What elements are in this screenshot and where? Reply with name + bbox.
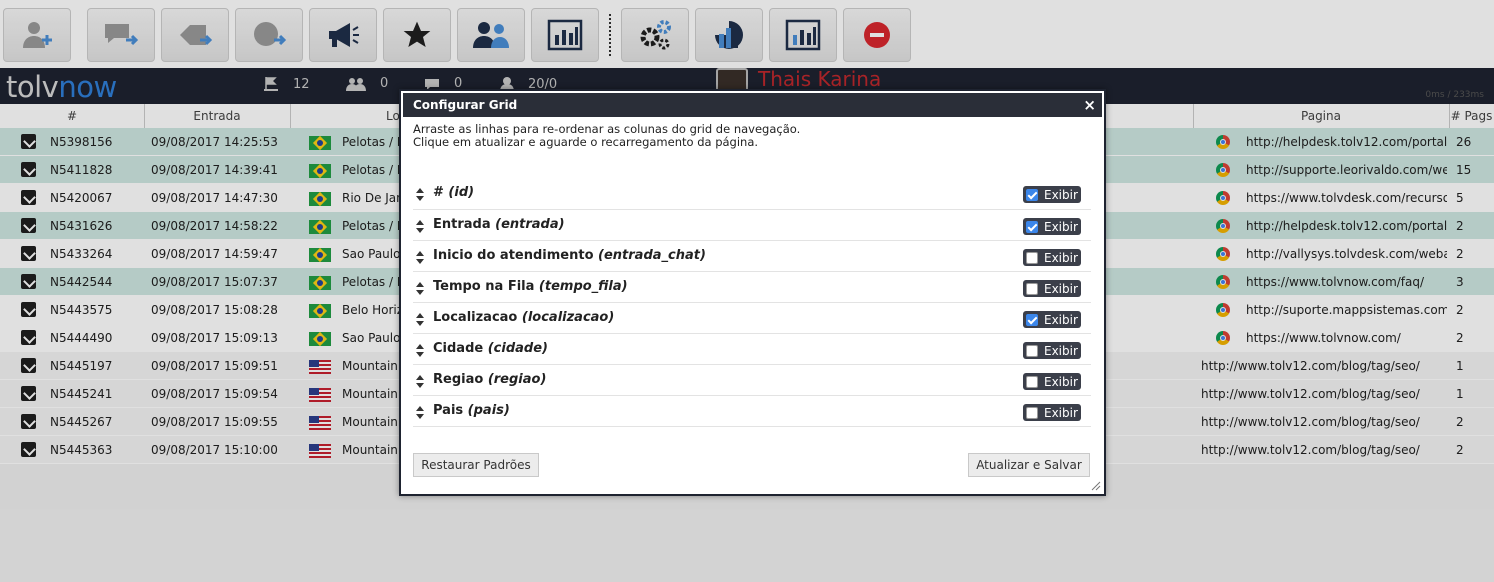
checkbox[interactable] (1026, 344, 1038, 357)
column-name: Pais (433, 403, 468, 418)
restore-defaults-button[interactable]: Restaurar Padrões (413, 453, 539, 477)
dialog-title-bar[interactable]: Configurar Grid × (403, 93, 1102, 117)
column-config-label: # (id) (433, 185, 474, 200)
column-key: (localizacao) (521, 310, 615, 325)
column-config-label: Cidade (cidade) (433, 341, 548, 356)
dialog-instructions: Arraste as linhas para re-ordenar as col… (413, 123, 800, 149)
sort-handle-icon[interactable] (416, 220, 424, 233)
exibir-label: Exibir (1044, 187, 1078, 202)
column-name: Inicio do atendimento (433, 248, 599, 263)
resize-grip-icon[interactable] (1091, 481, 1101, 491)
exibir-toggle[interactable]: Exibir (1023, 249, 1081, 266)
column-config-list: # (id) Exibir Entrada (entrada) Exibir Inici… (413, 178, 1091, 427)
dialog-title: Configurar Grid (413, 98, 518, 112)
column-name: # (433, 185, 449, 200)
column-config-row[interactable]: Pais (pais) Exibir (413, 396, 1091, 427)
exibir-toggle[interactable]: Exibir (1023, 218, 1081, 235)
exibir-label: Exibir (1044, 281, 1078, 296)
column-config-row[interactable]: Entrada (entrada) Exibir (413, 210, 1091, 241)
checkbox[interactable] (1026, 220, 1038, 233)
sort-handle-icon[interactable] (416, 313, 424, 326)
sort-handle-icon[interactable] (416, 344, 424, 357)
column-key: (tempo_fila) (538, 279, 628, 294)
sort-handle-icon[interactable] (416, 375, 424, 388)
column-config-label: Pais (pais) (433, 403, 510, 418)
close-icon[interactable]: × (1083, 93, 1096, 117)
checkbox[interactable] (1026, 375, 1038, 388)
configure-grid-dialog: Configurar Grid × Arraste as linhas para… (399, 89, 1106, 496)
column-config-row[interactable]: Cidade (cidade) Exibir (413, 334, 1091, 365)
column-key: (cidade) (487, 341, 548, 356)
column-config-label: Localizacao (localizacao) (433, 310, 614, 325)
column-name: Entrada (433, 217, 496, 232)
column-name: Cidade (433, 341, 488, 356)
column-config-row[interactable]: Localizacao (localizacao) Exibir (413, 303, 1091, 334)
column-key: (regiao) (487, 372, 547, 387)
exibir-label: Exibir (1044, 405, 1078, 420)
sort-handle-icon[interactable] (416, 282, 424, 295)
column-name: Localizacao (433, 310, 522, 325)
column-config-row[interactable]: Regiao (regiao) Exibir (413, 365, 1091, 396)
column-config-label: Entrada (entrada) (433, 217, 565, 232)
sort-handle-icon[interactable] (416, 251, 424, 264)
checkbox[interactable] (1026, 282, 1038, 295)
column-key: (entrada_chat) (598, 248, 706, 263)
sort-handle-icon[interactable] (416, 406, 424, 419)
column-key: (entrada) (495, 217, 565, 232)
column-name: Tempo na Fila (433, 279, 539, 294)
checkbox[interactable] (1026, 188, 1038, 201)
column-config-label: Inicio do atendimento (entrada_chat) (433, 248, 706, 263)
exibir-label: Exibir (1044, 219, 1078, 234)
update-save-button[interactable]: Atualizar e Salvar (968, 453, 1090, 477)
exibir-toggle[interactable]: Exibir (1023, 280, 1081, 297)
column-key: (id) (448, 185, 475, 200)
column-config-row[interactable]: Tempo na Fila (tempo_fila) Exibir (413, 272, 1091, 303)
column-config-label: Tempo na Fila (tempo_fila) (433, 279, 628, 294)
exibir-toggle[interactable]: Exibir (1023, 404, 1081, 421)
exibir-label: Exibir (1044, 312, 1078, 327)
exibir-toggle[interactable]: Exibir (1023, 311, 1081, 328)
column-config-row[interactable]: # (id) Exibir (413, 178, 1091, 210)
checkbox[interactable] (1026, 406, 1038, 419)
exibir-label: Exibir (1044, 250, 1078, 265)
sort-handle-icon[interactable] (416, 188, 424, 201)
exibir-label: Exibir (1044, 343, 1078, 358)
exibir-toggle[interactable]: Exibir (1023, 373, 1081, 390)
column-config-row[interactable]: Inicio do atendimento (entrada_chat) Exib… (413, 241, 1091, 272)
checkbox[interactable] (1026, 313, 1038, 326)
column-key: (pais) (467, 403, 510, 418)
column-config-label: Regiao (regiao) (433, 372, 546, 387)
exibir-label: Exibir (1044, 374, 1078, 389)
column-name: Regiao (433, 372, 488, 387)
exibir-toggle[interactable]: Exibir (1023, 342, 1081, 359)
instruction-line: Clique em atualizar e aguarde o recarreg… (413, 135, 759, 149)
checkbox[interactable] (1026, 251, 1038, 264)
exibir-toggle[interactable]: Exibir (1023, 186, 1081, 203)
